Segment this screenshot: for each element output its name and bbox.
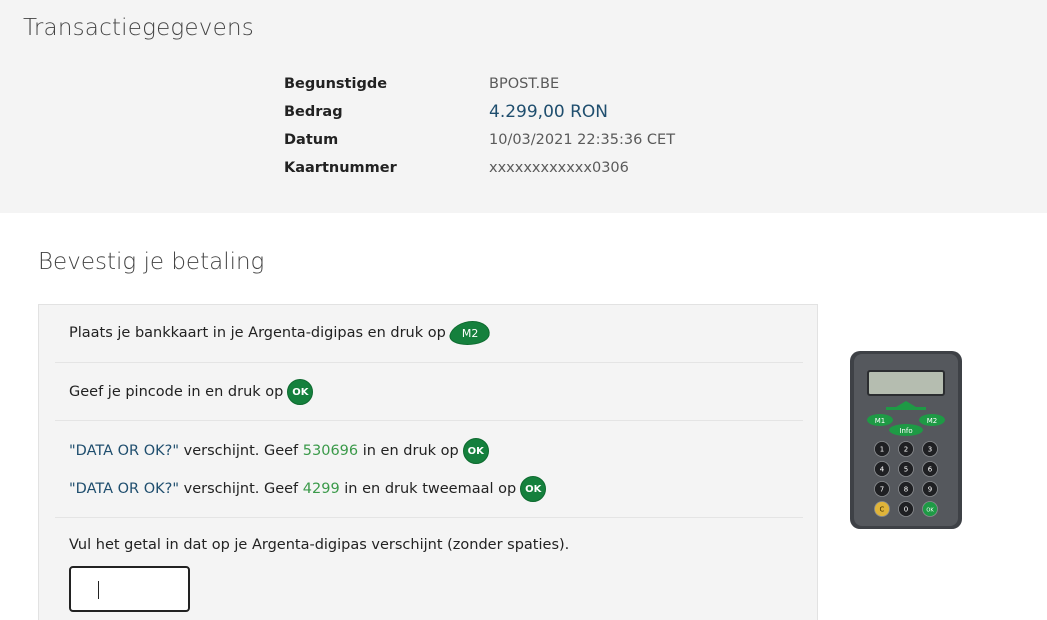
step3a-code: 530696 [302,443,359,459]
device-key-label: 5 [904,466,908,474]
step3a-prompt: "DATA OR OK?" [69,443,180,459]
step-insert-card: Plaats je bankkaart in je Argenta-digipa… [55,305,803,363]
ok-key-icon: OK [520,476,547,502]
text-caret [98,581,99,599]
instructions-panel: Plaats je bankkaart in je Argenta-digipa… [38,304,818,620]
device-key-label: 4 [880,466,885,474]
amount-value: 4.299,00 RON [489,102,609,122]
device-key-label: 9 [928,486,932,494]
svg-text:M1: M1 [875,417,886,425]
beneficiary-value: BPOST.BE [489,76,560,92]
device-key-label: 6 [928,466,933,474]
transaction-title: Transactiegegevens [23,15,254,41]
device-key-label: 1 [880,446,884,454]
device-key-label: OK [926,508,934,514]
device-key-label: C [880,506,885,514]
transaction-details: Transactiegegevens Begunstigde BPOST.BE … [0,0,1047,213]
device-screen [867,370,945,396]
device-key-label: 0 [904,506,908,514]
m2-key-icon: M2 [447,321,493,345]
step3b-code: 4299 [302,481,340,497]
device-key-label: 2 [904,446,908,454]
device-key-label: 8 [904,486,908,494]
amount-label: Bedrag [284,104,343,120]
response-code-input[interactable] [69,566,190,612]
svg-text:M2: M2 [927,417,938,425]
svg-text:Info: Info [899,427,912,435]
step-pincode: Geef je pincode in en druk op OK [55,363,803,421]
step3b-prompt: "DATA OR OK?" [69,481,180,497]
step3a-tail: in en druk op [358,443,459,459]
step1-text: Plaats je bankkaart in je Argenta-digipa… [69,325,446,341]
step3b-tail: in en druk tweemaal op [339,481,517,497]
confirm-title: Bevestig je betaling [38,249,265,275]
step-data-or-ok: "DATA OR OK?" verschijnt. Geef 530696 in… [55,421,803,518]
step3b-mid: verschijnt. Geef [179,481,303,497]
card-number-label: Kaartnummer [284,160,397,176]
ok-key-icon: OK [462,438,489,464]
device-key-label: 7 [880,486,884,494]
device-key-label: 3 [928,446,932,454]
ok-key-icon: OK [287,379,314,405]
beneficiary-label: Begunstigde [284,76,388,92]
card-number-value: xxxxxxxxxxxx0306 [489,160,629,176]
step2-text: Geef je pincode in en druk op [69,384,284,400]
step3a-mid: verschijnt. Geef [179,443,303,459]
date-label: Datum [284,132,339,148]
step4-text: Vul het getal in dat op je Argenta-digip… [69,537,570,553]
date-value: 10/03/2021 22:35:36 CET [489,132,676,148]
digipas-device-image: M1 M2 Info 1 2 3 4 5 6 7 8 9 C 0 OK [850,351,962,529]
